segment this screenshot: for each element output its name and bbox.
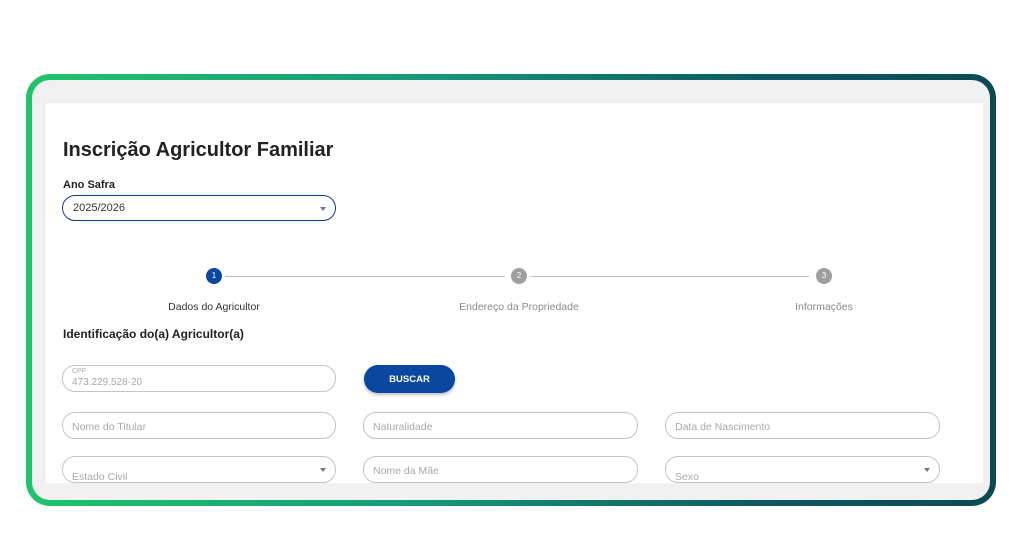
naturalidade-input[interactable]: Naturalidade [363, 412, 638, 439]
estado-civil-placeholder: Estado Civil [72, 471, 128, 483]
nome-titular-input[interactable]: Nome do Titular [62, 412, 336, 439]
ano-safra-label: Ano Safra [63, 179, 115, 191]
naturalidade-placeholder: Naturalidade [373, 421, 433, 433]
step-3-label[interactable]: Informações [724, 301, 924, 313]
stepper-connector-1 [225, 276, 505, 277]
estado-civil-select[interactable]: Estado Civil [62, 456, 336, 483]
chevron-down-icon [320, 468, 326, 472]
data-nascimento-input[interactable]: Data de Nascimento [665, 412, 940, 439]
cpf-value: 473.229.528-20 [72, 377, 143, 388]
nome-mae-input[interactable]: Nome da Mãe [363, 456, 638, 483]
data-nascimento-placeholder: Data de Nascimento [675, 421, 771, 433]
step-3-indicator[interactable]: 3 [816, 268, 832, 284]
step-1-label[interactable]: Dados do Agricultor [114, 301, 314, 313]
cpf-input[interactable]: CPF 473.229.528-20 [62, 365, 336, 392]
device-frame: Inscrição Agricultor Familiar Ano Safra … [26, 74, 996, 506]
cpf-label: CPF [72, 368, 86, 375]
step-2-label[interactable]: Endereço da Propriedade [419, 301, 619, 313]
nome-titular-placeholder: Nome do Titular [72, 421, 147, 433]
frame-inner: Inscrição Agricultor Familiar Ano Safra … [32, 80, 990, 500]
nome-mae-placeholder: Nome da Mãe [373, 465, 439, 477]
chevron-down-icon [924, 468, 930, 472]
step-2-indicator[interactable]: 2 [511, 268, 527, 284]
section-title: Identificação do(a) Agricultor(a) [63, 327, 244, 341]
sexo-placeholder: Sexo [675, 471, 699, 483]
sexo-select[interactable]: Sexo [665, 456, 940, 483]
form-card: Inscrição Agricultor Familiar Ano Safra … [44, 102, 983, 483]
ano-safra-select[interactable]: 2025/2026 [62, 195, 336, 221]
buscar-button[interactable]: BUSCAR [364, 365, 455, 393]
chevron-down-icon [320, 207, 326, 211]
ano-safra-value: 2025/2026 [73, 202, 125, 214]
step-1-indicator[interactable]: 1 [206, 268, 222, 284]
page-title: Inscrição Agricultor Familiar [63, 139, 334, 161]
stepper-connector-2 [531, 276, 809, 277]
